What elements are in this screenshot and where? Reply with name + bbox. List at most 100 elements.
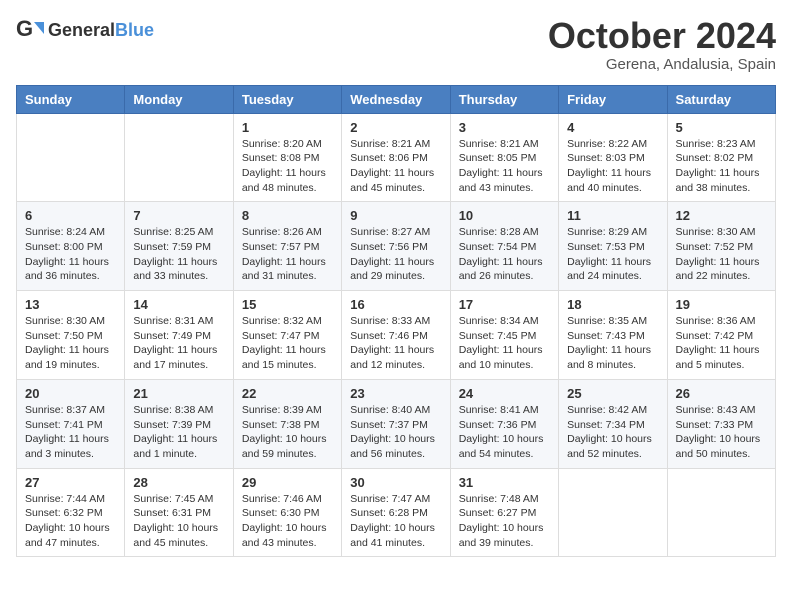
calendar-cell: 19 Sunrise: 8:36 AM Sunset: 7:42 PM Dayli… — [667, 291, 775, 380]
calendar-cell: 30 Sunrise: 7:47 AM Sunset: 6:28 PM Dayli… — [342, 468, 450, 557]
day-detail: Sunrise: 8:32 AM Sunset: 7:47 PM Dayligh… — [242, 314, 333, 373]
day-detail: Sunrise: 8:37 AM Sunset: 7:41 PM Dayligh… — [25, 403, 116, 462]
day-detail: Sunrise: 8:30 AM Sunset: 7:52 PM Dayligh… — [676, 225, 767, 284]
day-detail: Sunrise: 8:39 AM Sunset: 7:38 PM Dayligh… — [242, 403, 333, 462]
title-area: October 2024 Gerena, Andalusia, Spain — [548, 16, 776, 73]
day-number: 13 — [25, 297, 116, 312]
calendar-cell: 4 Sunrise: 8:22 AM Sunset: 8:03 PM Daylig… — [559, 113, 667, 202]
day-number: 6 — [25, 208, 116, 223]
header-row: SundayMondayTuesdayWednesdayThursdayFrid… — [17, 85, 776, 113]
day-number: 25 — [567, 386, 658, 401]
calendar-cell: 12 Sunrise: 8:30 AM Sunset: 7:52 PM Dayli… — [667, 202, 775, 291]
day-number: 2 — [350, 120, 441, 135]
day-detail: Sunrise: 8:22 AM Sunset: 8:03 PM Dayligh… — [567, 137, 658, 196]
day-detail: Sunrise: 7:44 AM Sunset: 6:32 PM Dayligh… — [25, 492, 116, 551]
day-detail: Sunrise: 8:23 AM Sunset: 8:02 PM Dayligh… — [676, 137, 767, 196]
day-number: 12 — [676, 208, 767, 223]
day-detail: Sunrise: 8:43 AM Sunset: 7:33 PM Dayligh… — [676, 403, 767, 462]
day-detail: Sunrise: 8:26 AM Sunset: 7:57 PM Dayligh… — [242, 225, 333, 284]
day-detail: Sunrise: 7:47 AM Sunset: 6:28 PM Dayligh… — [350, 492, 441, 551]
day-detail: Sunrise: 8:30 AM Sunset: 7:50 PM Dayligh… — [25, 314, 116, 373]
logo-text-general: General — [48, 20, 115, 40]
week-row-5: 27 Sunrise: 7:44 AM Sunset: 6:32 PM Dayli… — [17, 468, 776, 557]
calendar-cell: 17Sunrise: 8:34 AM Sunset: 7:45 PM Dayli… — [450, 291, 558, 380]
calendar-cell: 9 Sunrise: 8:27 AM Sunset: 7:56 PM Daylig… — [342, 202, 450, 291]
calendar-cell: 22 Sunrise: 8:39 AM Sunset: 7:38 PM Dayli… — [233, 379, 341, 468]
calendar-cell — [559, 468, 667, 557]
page-header: G GeneralBlue October 2024 Gerena, Andal… — [16, 16, 776, 73]
day-number: 27 — [25, 475, 116, 490]
day-detail: Sunrise: 8:42 AM Sunset: 7:34 PM Dayligh… — [567, 403, 658, 462]
day-detail: Sunrise: 8:34 AM Sunset: 7:45 PM Dayligh… — [459, 314, 550, 373]
calendar-cell: 25 Sunrise: 8:42 AM Sunset: 7:34 PM Dayli… — [559, 379, 667, 468]
day-number: 15 — [242, 297, 333, 312]
day-number: 23 — [350, 386, 441, 401]
day-number: 30 — [350, 475, 441, 490]
week-row-3: 13 Sunrise: 8:30 AM Sunset: 7:50 PM Dayli… — [17, 291, 776, 380]
day-number: 20 — [25, 386, 116, 401]
header-wednesday: Wednesday — [342, 85, 450, 113]
day-detail: Sunrise: 8:33 AM Sunset: 7:46 PM Dayligh… — [350, 314, 441, 373]
calendar-cell: 20 Sunrise: 8:37 AM Sunset: 7:41 PM Dayli… — [17, 379, 125, 468]
day-detail: Sunrise: 8:38 AM Sunset: 7:39 PM Dayligh… — [133, 403, 224, 462]
day-number: 9 — [350, 208, 441, 223]
calendar-cell: 24Sunrise: 8:41 AM Sunset: 7:36 PM Dayli… — [450, 379, 558, 468]
calendar-cell: 8 Sunrise: 8:26 AM Sunset: 7:57 PM Daylig… — [233, 202, 341, 291]
day-number: 14 — [133, 297, 224, 312]
calendar-cell: 18 Sunrise: 8:35 AM Sunset: 7:43 PM Dayli… — [559, 291, 667, 380]
day-number: 1 — [242, 120, 333, 135]
calendar-cell: 23 Sunrise: 8:40 AM Sunset: 7:37 PM Dayli… — [342, 379, 450, 468]
day-detail: Sunrise: 8:27 AM Sunset: 7:56 PM Dayligh… — [350, 225, 441, 284]
day-detail: Sunrise: 8:31 AM Sunset: 7:49 PM Dayligh… — [133, 314, 224, 373]
header-thursday: Thursday — [450, 85, 558, 113]
calendar-cell: 1 Sunrise: 8:20 AM Sunset: 8:08 PM Daylig… — [233, 113, 341, 202]
calendar-cell: 28Sunrise: 7:45 AM Sunset: 6:31 PM Dayli… — [125, 468, 233, 557]
day-number: 4 — [567, 120, 658, 135]
calendar-cell: 31 Sunrise: 7:48 AM Sunset: 6:27 PM Dayli… — [450, 468, 558, 557]
calendar-cell — [125, 113, 233, 202]
calendar-cell: 21Sunrise: 8:38 AM Sunset: 7:39 PM Dayli… — [125, 379, 233, 468]
calendar-cell: 14 Sunrise: 8:31 AM Sunset: 7:49 PM Dayli… — [125, 291, 233, 380]
day-number: 8 — [242, 208, 333, 223]
day-number: 18 — [567, 297, 658, 312]
day-detail: Sunrise: 8:21 AM Sunset: 8:06 PM Dayligh… — [350, 137, 441, 196]
day-number: 26 — [676, 386, 767, 401]
day-detail: Sunrise: 8:25 AM Sunset: 7:59 PM Dayligh… — [133, 225, 224, 284]
day-number: 7 — [133, 208, 224, 223]
calendar-cell: 11Sunrise: 8:29 AM Sunset: 7:53 PM Dayli… — [559, 202, 667, 291]
day-detail: Sunrise: 8:24 AM Sunset: 8:00 PM Dayligh… — [25, 225, 116, 284]
calendar-cell: 27 Sunrise: 7:44 AM Sunset: 6:32 PM Dayli… — [17, 468, 125, 557]
calendar-cell: 26 Sunrise: 8:43 AM Sunset: 7:33 PM Dayli… — [667, 379, 775, 468]
day-detail: Sunrise: 8:28 AM Sunset: 7:54 PM Dayligh… — [459, 225, 550, 284]
day-number: 16 — [350, 297, 441, 312]
day-detail: Sunrise: 8:20 AM Sunset: 8:08 PM Dayligh… — [242, 137, 333, 196]
day-detail: Sunrise: 7:48 AM Sunset: 6:27 PM Dayligh… — [459, 492, 550, 551]
day-detail: Sunrise: 8:35 AM Sunset: 7:43 PM Dayligh… — [567, 314, 658, 373]
header-monday: Monday — [125, 85, 233, 113]
svg-text:G: G — [16, 16, 33, 41]
day-number: 28 — [133, 475, 224, 490]
day-detail: Sunrise: 8:40 AM Sunset: 7:37 PM Dayligh… — [350, 403, 441, 462]
logo: G GeneralBlue — [16, 16, 154, 44]
day-number: 29 — [242, 475, 333, 490]
week-row-4: 20 Sunrise: 8:37 AM Sunset: 7:41 PM Dayli… — [17, 379, 776, 468]
day-number: 5 — [676, 120, 767, 135]
header-tuesday: Tuesday — [233, 85, 341, 113]
day-number: 31 — [459, 475, 550, 490]
header-sunday: Sunday — [17, 85, 125, 113]
calendar-cell: 3Sunrise: 8:21 AM Sunset: 8:05 PM Daylig… — [450, 113, 558, 202]
calendar-cell: 10Sunrise: 8:28 AM Sunset: 7:54 PM Dayli… — [450, 202, 558, 291]
week-row-1: 1 Sunrise: 8:20 AM Sunset: 8:08 PM Daylig… — [17, 113, 776, 202]
logo-text-blue: Blue — [115, 20, 154, 40]
day-number: 22 — [242, 386, 333, 401]
calendar-cell: 15 Sunrise: 8:32 AM Sunset: 7:47 PM Dayli… — [233, 291, 341, 380]
day-detail: Sunrise: 8:36 AM Sunset: 7:42 PM Dayligh… — [676, 314, 767, 373]
week-row-2: 6 Sunrise: 8:24 AM Sunset: 8:00 PM Daylig… — [17, 202, 776, 291]
day-detail: Sunrise: 7:46 AM Sunset: 6:30 PM Dayligh… — [242, 492, 333, 551]
day-number: 19 — [676, 297, 767, 312]
calendar-cell: 16 Sunrise: 8:33 AM Sunset: 7:46 PM Dayli… — [342, 291, 450, 380]
day-detail: Sunrise: 8:29 AM Sunset: 7:53 PM Dayligh… — [567, 225, 658, 284]
calendar-cell: 29 Sunrise: 7:46 AM Sunset: 6:30 PM Dayli… — [233, 468, 341, 557]
calendar-table: SundayMondayTuesdayWednesdayThursdayFrid… — [16, 85, 776, 558]
calendar-cell: 5 Sunrise: 8:23 AM Sunset: 8:02 PM Daylig… — [667, 113, 775, 202]
